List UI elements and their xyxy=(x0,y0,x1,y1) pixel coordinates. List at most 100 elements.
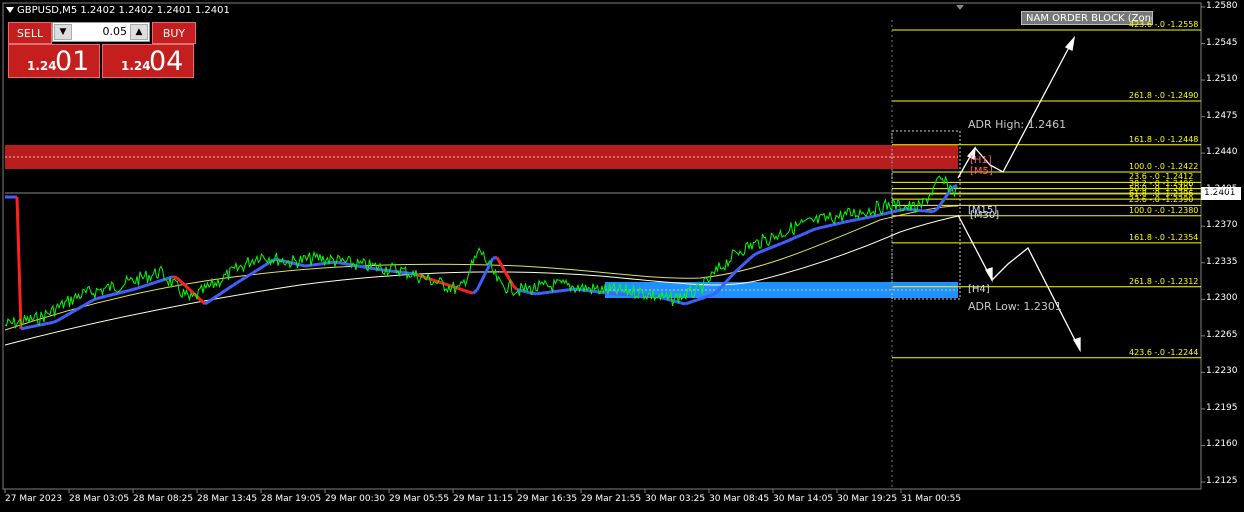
trend-ma-segment xyxy=(692,298,698,303)
trend-ma-segment xyxy=(220,289,226,295)
trend-ma-segment xyxy=(15,196,23,329)
trend-ma-segment xyxy=(804,230,810,235)
trend-ma-segment xyxy=(344,262,350,266)
trend-ma-segment xyxy=(240,276,246,282)
trend-ma-line xyxy=(5,184,958,331)
trend-ma-segment xyxy=(503,270,511,280)
trend-ma-segment xyxy=(792,235,798,240)
trend-ma-segment xyxy=(747,254,755,261)
trend-ma-segment xyxy=(84,301,90,307)
fib-label: 100.0 -.0 -1.2422 xyxy=(1129,161,1199,171)
price-line xyxy=(4,175,958,329)
time-axis-label: 29 Mar 21:55 xyxy=(581,494,642,504)
trend-ma-segment xyxy=(836,221,842,226)
trend-ma-segment xyxy=(592,289,598,294)
trend-ma-segment xyxy=(112,292,118,296)
price-axis-label: 1.2405 xyxy=(1206,183,1238,194)
price-axis-label: 1.2370 xyxy=(1206,220,1238,231)
trend-ma-segment xyxy=(304,263,310,268)
trend-ma-segment xyxy=(228,284,234,290)
time-axis-label: 29 Mar 05:55 xyxy=(389,494,450,504)
trend-ma-segment xyxy=(96,296,102,300)
trend-ma-segment xyxy=(935,202,943,211)
lot-size-input[interactable]: 0.05 xyxy=(75,25,128,38)
trend-ma-segment xyxy=(848,218,854,223)
trend-ma-segment xyxy=(852,218,858,222)
trend-ma-segment xyxy=(336,260,342,265)
time-axis-label: 28 Mar 19:05 xyxy=(261,494,322,504)
chart-shift-marker[interactable] xyxy=(956,5,964,10)
sell-price-prefix: 1.24 xyxy=(27,59,57,73)
trend-ma-segment xyxy=(100,295,106,299)
trend-ma-segment xyxy=(464,289,470,294)
time-axis-label: 28 Mar 13:45 xyxy=(197,494,258,504)
one-click-trading-panel: SELL ▼ 0.05 ▲ BUY 1.24 01 1.24 04 xyxy=(8,22,196,78)
trend-ma-segment xyxy=(564,288,570,292)
lot-size-field[interactable]: ▼ 0.05 ▲ xyxy=(52,22,150,42)
trend-ma-segment xyxy=(175,276,183,283)
chevron-down-icon[interactable] xyxy=(6,7,14,13)
adr-high-label: ADR High: 1.2461 xyxy=(968,118,1067,131)
symbol-header: GBPUSD,M5 1.2402 1.2402 1.2401 1.2401 xyxy=(6,5,230,16)
trend-ma-segment xyxy=(868,214,874,219)
trend-ma-segment xyxy=(884,211,890,216)
trend-ma-segment xyxy=(608,291,614,296)
trend-ma-segment xyxy=(812,227,818,232)
trend-ma-segment xyxy=(704,294,710,299)
trend-ma-segment xyxy=(820,225,826,230)
trend-ma-segment xyxy=(156,279,162,284)
trend-ma-segment xyxy=(232,281,238,287)
trend-ma-segment xyxy=(28,324,34,329)
price-axis-ticks xyxy=(1201,6,1205,483)
trend-ma-segment xyxy=(60,314,66,320)
trend-ma-segment xyxy=(824,224,830,229)
trend-ma-segment xyxy=(104,294,110,298)
trend-ma-segment xyxy=(68,310,74,316)
buy-price-box[interactable]: 1.24 04 xyxy=(102,44,194,78)
trend-ma-segment xyxy=(544,290,550,295)
trend-ma-segment xyxy=(272,257,278,262)
trend-ma-segment xyxy=(20,326,26,331)
trend-ma-segment xyxy=(832,222,838,227)
trend-ma-segment xyxy=(952,184,958,189)
price-axis-label: 1.2475 xyxy=(1206,110,1238,121)
trend-ma-segment xyxy=(540,291,546,295)
lot-increase-button[interactable]: ▲ xyxy=(130,24,148,40)
price-axis-label: 1.2265 xyxy=(1206,329,1238,340)
trend-ma-segment xyxy=(756,250,762,255)
trend-ma-segment xyxy=(479,273,487,283)
trend-ma-segment xyxy=(416,273,422,278)
sell-price-box[interactable]: 1.24 01 xyxy=(8,44,100,78)
trend-ma-segment xyxy=(552,289,558,294)
trend-ma-segment xyxy=(108,293,114,297)
trend-ma-segment xyxy=(80,303,86,309)
trend-ma-segment xyxy=(252,268,258,275)
trend-ma-segment xyxy=(224,286,230,292)
trend-ma-segment xyxy=(260,263,266,270)
fib-label: 423.6 -.0 -1.2558 xyxy=(1129,19,1199,29)
buy-button[interactable]: BUY xyxy=(152,22,196,44)
trend-ma-segment xyxy=(752,251,758,258)
trend-ma-segment xyxy=(808,228,814,233)
trend-ma-segment xyxy=(248,271,254,277)
trend-ma-segment xyxy=(124,289,130,293)
trend-ma-segment xyxy=(743,258,751,265)
trend-ma-segment xyxy=(444,282,450,287)
trend-ma-segment xyxy=(264,261,270,267)
trend-ma-segment xyxy=(204,300,210,306)
trend-ma-segment xyxy=(183,284,191,291)
fib-label: 161.8 -.0 -1.2354 xyxy=(1129,232,1199,242)
trend-ma-segment xyxy=(216,292,222,298)
trend-ma-segment xyxy=(316,262,322,266)
trend-ma-segment xyxy=(768,245,774,250)
time-axis-label: 30 Mar 19:25 xyxy=(837,494,898,504)
trend-ma-segment xyxy=(140,284,146,289)
trend-ma-segment xyxy=(64,312,70,318)
m5-tag: [M5] xyxy=(970,166,993,177)
trend-ma-segment xyxy=(72,308,78,313)
sell-button[interactable]: SELL xyxy=(8,22,52,44)
buy-price-prefix: 1.24 xyxy=(121,59,151,73)
price-axis-label: 1.2580 xyxy=(1206,1,1238,11)
trend-ma-segment xyxy=(340,261,346,266)
lot-decrease-button[interactable]: ▼ xyxy=(54,24,72,40)
